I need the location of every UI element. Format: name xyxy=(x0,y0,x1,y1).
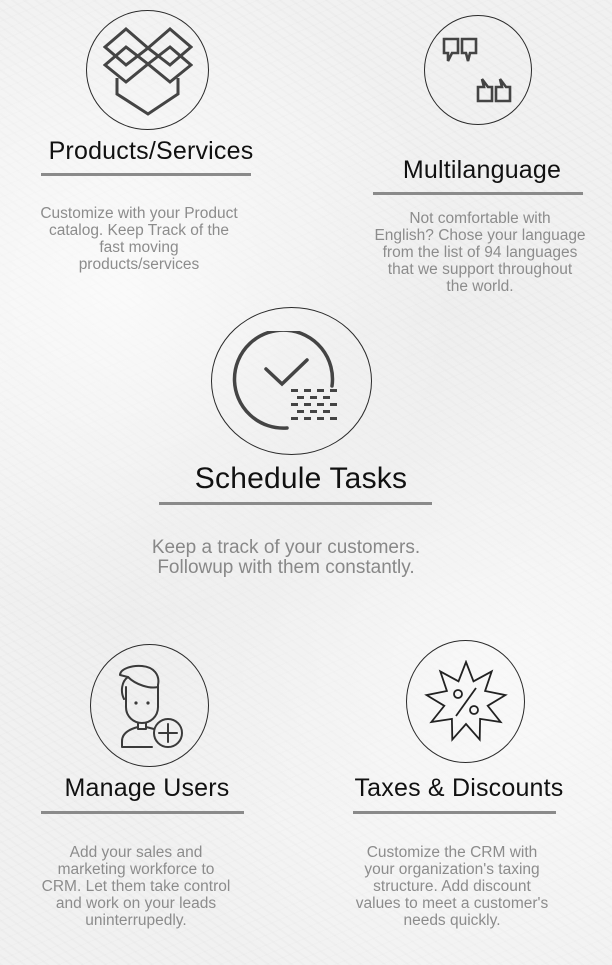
feature-divider xyxy=(353,811,556,814)
feature-divider xyxy=(41,811,244,814)
feature-description: Customize with your Product catalog. Kee… xyxy=(40,205,238,273)
schedule-icon-circle xyxy=(211,307,372,455)
feature-description: Keep a track of your customers. Followup… xyxy=(151,537,421,578)
feature-divider xyxy=(373,192,583,195)
feature-description: Not comfortable with English? Chose your… xyxy=(374,210,586,295)
quote-marks-icon xyxy=(442,37,512,103)
feature-title: Manage Users xyxy=(64,774,230,802)
users-icon-circle xyxy=(90,644,209,767)
products-icon-circle xyxy=(86,10,209,130)
feature-description: Customize the CRM with your organization… xyxy=(355,844,549,929)
multilanguage-icon-circle xyxy=(424,15,532,125)
feature-title: Taxes & Discounts xyxy=(354,774,564,802)
clock-check-icon xyxy=(232,331,337,430)
user-add-icon xyxy=(118,664,183,748)
feature-title: Multilanguage xyxy=(402,156,562,184)
feature-divider xyxy=(41,173,251,176)
feature-title: Products/Services xyxy=(48,137,254,165)
percent-badge-icon xyxy=(423,659,508,742)
feature-title: Schedule Tasks xyxy=(194,462,408,495)
taxes-icon-circle xyxy=(406,640,525,763)
open-box-icon xyxy=(102,27,193,116)
feature-divider xyxy=(159,502,432,505)
feature-description: Add your sales and marketing workforce t… xyxy=(41,844,231,929)
